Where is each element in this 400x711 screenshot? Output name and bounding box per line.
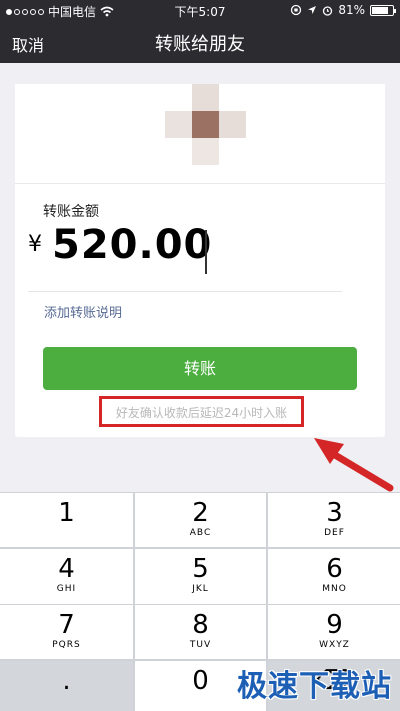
recipient-header: [15, 84, 385, 184]
key-9[interactable]: 9 WXYZ: [268, 605, 400, 659]
key-letters: PQRS: [52, 640, 81, 650]
key-digit: 2: [192, 498, 209, 528]
arrival-hint: 好友确认收款后延迟24小时入账: [115, 406, 288, 420]
key-digit: 6: [326, 554, 343, 584]
currency-symbol: ¥: [28, 232, 42, 257]
battery-icon: [370, 4, 396, 16]
key-letters: WXYZ: [319, 640, 350, 650]
amount-label: 转账金额: [43, 204, 99, 220]
key-digit: 3: [326, 498, 343, 528]
key-3[interactable]: 3 DEF: [268, 493, 400, 547]
key-letters: JKL: [192, 584, 209, 594]
page-title: 转账给朋友: [155, 34, 245, 55]
key-letters: GHI: [56, 584, 77, 594]
rotation-lock-icon: [291, 4, 302, 16]
key-digit: 7: [58, 610, 75, 640]
key-letters: TUV: [189, 640, 212, 650]
key-5[interactable]: 5 JKL: [135, 549, 266, 604]
location-icon: [308, 6, 317, 14]
key-letters: ABC: [189, 528, 212, 538]
key-digit: 1: [58, 498, 75, 528]
key-8[interactable]: 8 TUV: [135, 605, 266, 659]
annotation-arrow-icon: [314, 438, 394, 492]
key-7[interactable]: 7 PQRS: [0, 605, 133, 659]
key-1[interactable]: 1: [0, 493, 133, 547]
amount-input[interactable]: 520.00: [52, 222, 212, 268]
watermark: 极速下载站: [237, 669, 392, 704]
key-2[interactable]: 2 ABC: [135, 493, 266, 547]
nav-bar: 取消 转账给朋友: [0, 20, 400, 63]
key-6[interactable]: 6 MNO: [268, 549, 400, 604]
top-bar: 中国电信 下午5:07 81% 取消 转账给朋友: [0, 0, 400, 63]
key-letters: DEF: [324, 528, 345, 538]
transfer-button[interactable]: 转账: [43, 347, 357, 390]
key-digit: 8: [192, 610, 209, 640]
amount-divider: [28, 291, 342, 292]
key-digit: .: [62, 666, 71, 696]
key-letters: MNO: [322, 584, 347, 594]
avatar: [165, 84, 246, 165]
key-4[interactable]: 4 GHI: [0, 549, 133, 604]
key-digit: 4: [58, 554, 75, 584]
battery-percent: 81%: [338, 3, 365, 17]
key-dot[interactable]: .: [0, 661, 133, 711]
status-bar: 中国电信 下午5:07 81%: [0, 0, 400, 20]
add-note-link[interactable]: 添加转账说明: [44, 302, 122, 321]
key-digit: 5: [192, 554, 209, 584]
text-cursor: [205, 230, 207, 274]
status-right: 81%: [290, 3, 396, 17]
key-digit: 9: [326, 610, 343, 640]
hint-highlight-box: 好友确认收款后延迟24小时入账: [99, 396, 304, 427]
alarm-icon: [323, 5, 333, 16]
